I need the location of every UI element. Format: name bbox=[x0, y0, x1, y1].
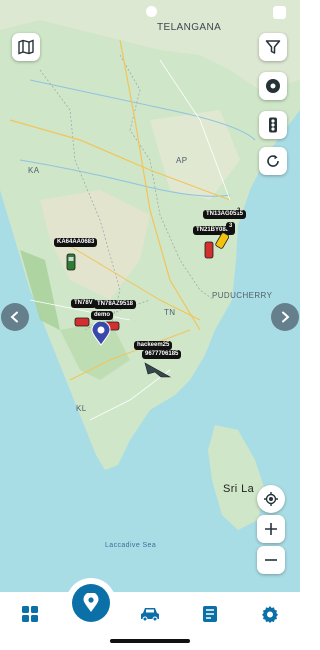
vehicle-tag[interactable]: 9677706185 bbox=[142, 350, 182, 359]
car-icon[interactable] bbox=[66, 253, 76, 271]
record-icon bbox=[266, 79, 280, 93]
settings-icon bbox=[262, 606, 278, 623]
zoom-in-icon bbox=[265, 523, 277, 535]
car-icon[interactable] bbox=[215, 232, 229, 250]
zoom-in-button[interactable] bbox=[257, 515, 285, 543]
location-pin-icon bbox=[83, 593, 99, 612]
record-button[interactable] bbox=[259, 72, 287, 100]
gesture-bar bbox=[110, 639, 190, 643]
nav-vehicles[interactable] bbox=[138, 602, 162, 626]
nav-live-tracking[interactable] bbox=[72, 584, 110, 622]
report-icon bbox=[203, 606, 217, 622]
region-label-tn: TN bbox=[164, 308, 176, 317]
car-icon[interactable] bbox=[204, 241, 214, 259]
region-label-ap: AP bbox=[176, 156, 188, 165]
refresh-button[interactable] bbox=[259, 147, 287, 175]
nav-settings[interactable] bbox=[258, 602, 282, 626]
car-icon bbox=[141, 608, 159, 622]
nav-reports[interactable] bbox=[198, 602, 222, 626]
plane-icon[interactable] bbox=[144, 360, 172, 380]
vehicle-tag[interactable]: KA64AA0683 bbox=[54, 238, 98, 247]
region-label-telangana: TELANGANA bbox=[157, 22, 222, 33]
vehicle-count-badge: 3 bbox=[226, 222, 236, 231]
battery-icon bbox=[273, 6, 286, 19]
region-label-ka: KA bbox=[28, 166, 40, 175]
chevron-right-icon bbox=[282, 311, 290, 323]
zoom-out-icon bbox=[265, 559, 277, 561]
map-view[interactable]: TELANGANA AP KA TN KL PUDUCHERRY Laccadi… bbox=[0, 0, 300, 592]
vehicle-tag[interactable]: hackeem25 bbox=[134, 341, 173, 350]
country-label-srilanka: Sri La bbox=[223, 483, 255, 495]
zoom-out-button[interactable] bbox=[257, 546, 285, 574]
next-arrow-button[interactable] bbox=[271, 303, 299, 331]
vehicle-tag[interactable]: TN78V bbox=[71, 299, 96, 308]
traffic-toggle-button[interactable] bbox=[259, 111, 287, 139]
my-location-icon bbox=[264, 492, 278, 506]
sea-label-laccadive: Laccadive Sea bbox=[105, 542, 157, 549]
map-layers-icon bbox=[18, 39, 34, 55]
dashboard-icon bbox=[22, 606, 38, 622]
traffic-light-icon bbox=[269, 117, 277, 133]
location-pin-icon[interactable] bbox=[91, 322, 111, 346]
status-bar bbox=[0, 0, 300, 22]
chevron-left-icon bbox=[10, 311, 18, 323]
filter-icon bbox=[265, 40, 281, 54]
region-label-kl: KL bbox=[76, 404, 87, 413]
car-icon[interactable] bbox=[74, 316, 90, 328]
previous-arrow-button[interactable] bbox=[1, 303, 29, 331]
vehicle-tag[interactable]: demo bbox=[91, 311, 114, 320]
refresh-icon bbox=[267, 155, 279, 167]
vehicle-tag[interactable]: TN78AZ9518 bbox=[94, 300, 137, 309]
filter-button[interactable] bbox=[259, 33, 287, 61]
my-location-button[interactable] bbox=[257, 485, 285, 513]
map-layers-button[interactable] bbox=[12, 33, 40, 61]
vehicle-count-badge: 2 bbox=[237, 208, 241, 214]
region-label-puducherry: PUDUCHERRY bbox=[212, 291, 273, 300]
app-screen: TELANGANA AP KA TN KL PUDUCHERRY Laccadi… bbox=[0, 0, 300, 650]
status-indicator-icon bbox=[146, 6, 157, 17]
bottom-navigation-bar bbox=[0, 584, 300, 640]
nav-dashboard[interactable] bbox=[18, 602, 42, 626]
